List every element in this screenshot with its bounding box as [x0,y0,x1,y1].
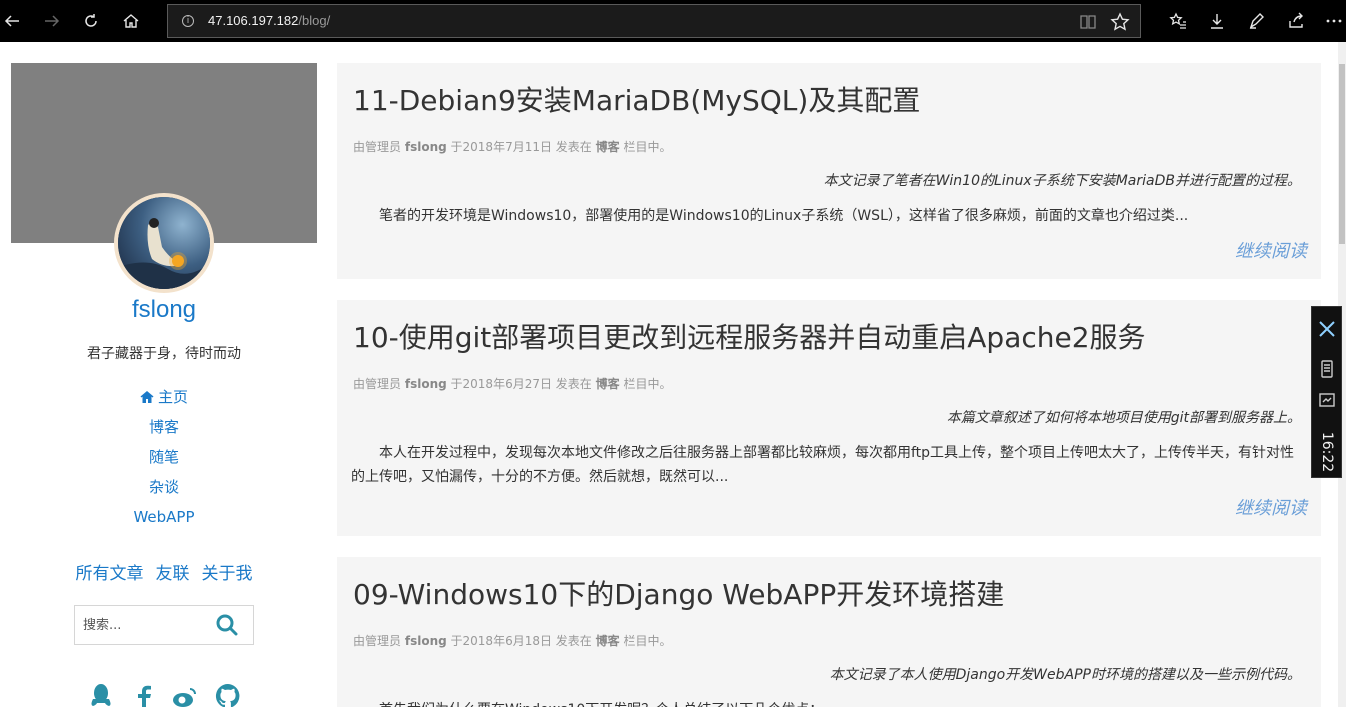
read-more-link[interactable]: 继续阅读 [1235,240,1307,264]
post-category[interactable]: 博客 [596,377,620,391]
nav-item-webapp[interactable]: WebAPP [11,502,317,532]
sidebar-nav: 主页 博客 随笔 杂谈 WebAPP [11,382,317,532]
post-summary: 本文记录了本人使用Django开发WebAPP时环境的搭建以及一些示例代码。 [829,667,1301,683]
read-more-link[interactable]: 继续阅读 [1235,497,1307,521]
clock-time: 16:22 [1314,429,1340,475]
more-icon[interactable] [1322,9,1346,33]
author-motto: 君子藏器于身，待时而动 [87,346,241,362]
qq-icon[interactable] [88,683,114,707]
post-title[interactable]: 09-Windows10下的Django WebAPP开发环境搭建 [353,577,1004,613]
post-card: 11-Debian9安装MariaDB(MySQL)及其配置 由管理员 fslo… [337,63,1321,279]
nav-item-blog[interactable]: 博客 [11,412,317,442]
tool-icon[interactable] [1317,319,1337,339]
meta-suffix: 栏目中。 [623,140,672,154]
back-arrow-icon[interactable] [0,9,24,33]
about-link[interactable]: 关于我 [202,562,253,586]
search-input[interactable] [75,606,210,644]
storage-icon[interactable] [1317,359,1337,379]
post-meta: 由管理员 fslong 于2018年7月11日 发表在 博客 栏目中。 [353,139,671,155]
post-summary: 本篇文章叙述了如何将本地项目使用git部署到服务器上。 [946,410,1301,426]
scrollbar-thumb[interactable] [1339,64,1345,244]
address-bar[interactable]: i 47.106.197.182/blog/ [167,4,1141,38]
nav-item-label: 主页 [157,388,188,406]
post-category[interactable]: 博客 [596,140,620,154]
favorite-star-icon[interactable] [1110,12,1130,32]
post-author[interactable]: fslong [405,377,447,391]
friends-link[interactable]: 友联 [156,562,190,586]
post-category[interactable]: 博客 [596,634,620,648]
nav-item-home[interactable]: 主页 [11,382,317,412]
post-card: 09-Windows10下的Django WebAPP开发环境搭建 由管理员 f… [337,557,1321,707]
url-host: 47.106.197.182 [208,13,299,28]
post-excerpt: 首先我们为什么要在Windows10下开发呢？个人总结了以下几个优点： [351,698,1303,707]
avatar [114,193,214,293]
reading-view-icon[interactable] [1079,13,1097,31]
post-author[interactable]: fslong [405,634,447,648]
home-button-icon[interactable] [119,9,143,33]
clock-widget[interactable]: 16:22 [1311,306,1342,478]
facebook-icon[interactable] [131,683,157,707]
url-path: /blog/ [298,13,331,28]
post-title[interactable]: 11-Debian9安装MariaDB(MySQL)及其配置 [353,83,920,119]
post-title[interactable]: 10-使用git部署项目更改到远程服务器并自动重启Apache2服务 [353,320,1146,356]
pen-icon[interactable] [1245,9,1269,33]
post-excerpt: 笔者的开发环境是Windows10，部署使用的是Windows10的Linux子… [379,208,1189,224]
meta-prefix: 由管理员 [353,377,402,391]
all-posts-link[interactable]: 所有文章 [76,562,144,586]
search-icon[interactable] [215,613,239,637]
clock-time-text: 16:22 [1319,431,1335,473]
author-name[interactable]: fslong [11,295,317,325]
post-meta: 由管理员 fslong 于2018年6月18日 发表在 博客 栏目中。 [353,633,671,649]
post-card: 10-使用git部署项目更改到远程服务器并自动重启Apache2服务 由管理员 … [337,300,1321,536]
search-box [74,605,254,645]
nav-item-essays[interactable]: 随笔 [11,442,317,472]
post-summary: 本文记录了笔者在Win10的Linux子系统下安装MariaDB并进行配置的过程… [823,173,1301,189]
post-date: 于2018年7月11日 发表在 [450,140,592,154]
nav-item-misc[interactable]: 杂谈 [11,472,317,502]
favorites-list-icon[interactable] [1166,9,1190,33]
meta-suffix: 栏目中。 [623,377,672,391]
home-icon [140,391,154,403]
download-icon[interactable] [1205,9,1229,33]
browser-toolbar: i 47.106.197.182/blog/ [0,0,1346,42]
site-info-icon[interactable]: i [182,15,194,27]
post-author[interactable]: fslong [405,140,447,154]
sidebar-links: 所有文章 友联 关于我 [11,562,317,586]
monitor-icon[interactable] [1317,391,1337,411]
forward-arrow-icon[interactable] [40,9,64,33]
post-excerpt: 本人在开发过程中，发现每次本地文件修改之后往服务器上部署都比较麻烦，每次都用ft… [351,445,1295,485]
post-date: 于2018年6月18日 发表在 [450,634,592,648]
post-date: 于2018年6月27日 发表在 [450,377,592,391]
post-meta: 由管理员 fslong 于2018年6月27日 发表在 博客 栏目中。 [353,376,671,392]
refresh-icon[interactable] [79,9,103,33]
github-icon[interactable] [215,683,241,707]
url-text[interactable]: 47.106.197.182/blog/ [208,13,330,29]
meta-suffix: 栏目中。 [623,634,672,648]
weibo-icon[interactable] [172,683,198,707]
share-icon[interactable] [1284,9,1308,33]
meta-prefix: 由管理员 [353,140,402,154]
meta-prefix: 由管理员 [353,634,402,648]
